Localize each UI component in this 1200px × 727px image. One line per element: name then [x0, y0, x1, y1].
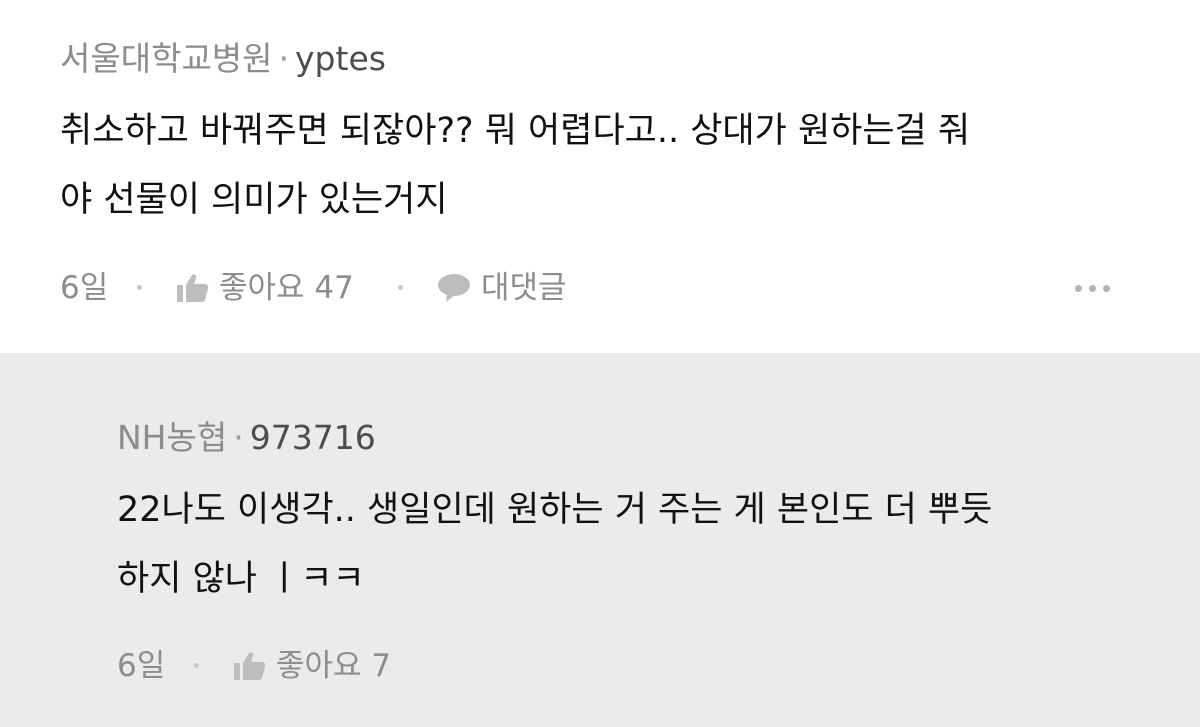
- comment-text-line-2: 야 선물이 의미가 있는거지: [60, 180, 448, 220]
- reply-age: 6일: [117, 648, 166, 684]
- like-count-label: 좋아요 47: [219, 270, 354, 306]
- thumbs-up-icon: [233, 651, 266, 681]
- reply-text-line-2: 하지 않나 ㅣㅋㅋ: [117, 559, 365, 599]
- comment-author[interactable]: 서울대학교병원: [60, 39, 273, 78]
- action-separator: [137, 285, 142, 290]
- comment-card: 서울대학교병원 · yptes 취소하고 바꿔주면 되잖아?? 뭐 어렵다고.. 상…: [0, 0, 1200, 353]
- thumbs-up-icon: [176, 273, 209, 303]
- speech-bubble-icon: [437, 273, 471, 303]
- reply-label: 대댓글: [481, 270, 567, 306]
- reply-user-id[interactable]: 973716: [250, 418, 376, 457]
- action-separator: [398, 285, 403, 290]
- meta-separator: ·: [278, 39, 290, 78]
- action-separator: [194, 663, 199, 668]
- reply-actions: 6일 좋아요 7: [117, 646, 717, 686]
- more-dots-icon[interactable]: [1075, 285, 1110, 292]
- comment-user-id[interactable]: yptes: [295, 39, 386, 78]
- like-button[interactable]: 좋아요 47: [176, 268, 354, 308]
- reply-text-line-1: 22나도 이생각.. 생일인데 원하는 거 주는 게 본인도 더 뿌듯: [117, 490, 993, 530]
- meta-separator: ·: [233, 418, 244, 457]
- reply-like-count-label: 좋아요 7: [276, 648, 392, 684]
- reply-card: NH농협 · 973716 22나도 이생각.. 생일인데 원하는 거 주는 게 본…: [0, 353, 1200, 727]
- reply-button[interactable]: 대댓글: [437, 268, 567, 308]
- comment-age: 6일: [60, 270, 109, 306]
- comment-text-line-1: 취소하고 바꿔주면 되잖아?? 뭐 어렵다고.. 상대가 원하는걸 줘: [60, 111, 971, 151]
- comment-actions: 6일 좋아요 47 대댓글: [60, 268, 1140, 308]
- reply-meta: NH농협 · 973716: [117, 418, 376, 458]
- comment-meta: 서울대학교병원 · yptes: [60, 39, 386, 79]
- reply-like-button[interactable]: 좋아요 7: [233, 646, 391, 686]
- reply-author[interactable]: NH농협: [117, 418, 227, 457]
